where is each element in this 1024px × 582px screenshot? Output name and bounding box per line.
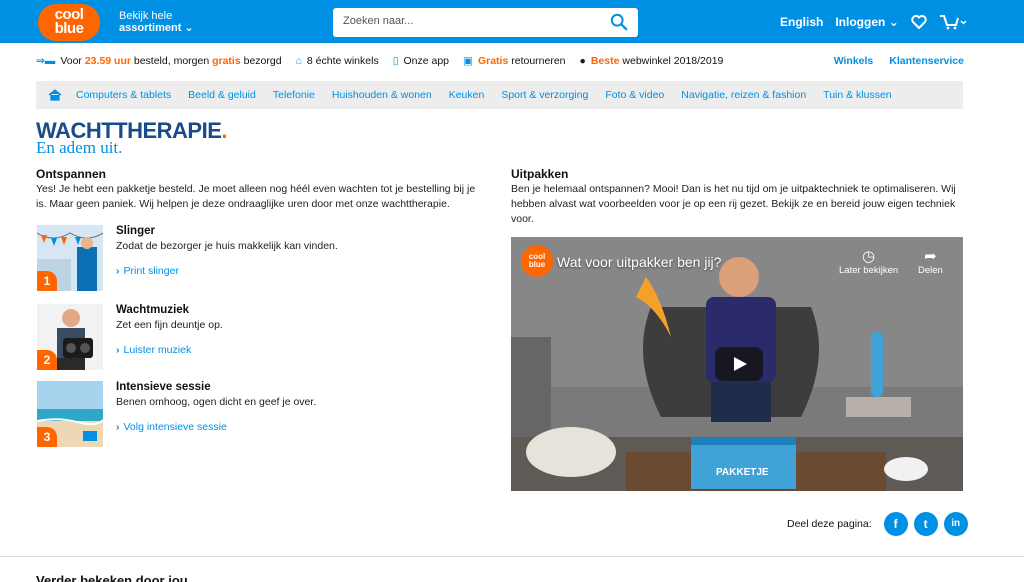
- usp-delivery-free: gratis: [212, 55, 241, 67]
- follow-session-link[interactable]: Volg intensieve sessie: [116, 421, 227, 433]
- usp-returns-free: Gratis: [477, 55, 509, 67]
- share-label: Deel deze pagina:: [787, 518, 872, 530]
- item-description: Zodat de bezorger je huis makkelijk kan …: [116, 240, 338, 252]
- language-link[interactable]: English: [780, 15, 823, 29]
- login-button[interactable]: Inloggen ⌄: [835, 15, 898, 29]
- video-title[interactable]: Wat voor uitpakker ben jij?: [557, 254, 721, 270]
- page-title-dot: .: [221, 118, 228, 143]
- list-item: 3 Intensieve sessie Benen omhoog, ogen d…: [37, 381, 477, 447]
- store-icon: ⌂: [295, 55, 302, 67]
- item-title: Slinger: [116, 225, 155, 237]
- box-label: PAKKETJE: [716, 467, 769, 478]
- facebook-icon[interactable]: f: [883, 512, 908, 536]
- listen-music-link[interactable]: Luister muziek: [116, 344, 192, 356]
- assortment-menu-button[interactable]: Bekijk hele assortiment ⌄: [119, 10, 194, 34]
- channel-logo[interactable]: cool blue: [521, 245, 553, 277]
- item-title: Wachtmuziek: [116, 304, 190, 316]
- video-share-button[interactable]: ➦ Delen: [918, 247, 943, 276]
- usp-delivery-mid: besteld, morgen: [133, 55, 210, 67]
- phone-icon: ▯: [392, 55, 399, 67]
- unpack-intro: Ben je helemaal ontspannen? Mooi! Dan is…: [511, 183, 956, 225]
- assortment-line-2: assortiment: [119, 22, 182, 34]
- chevron-down-icon: ⌄: [888, 15, 899, 29]
- search-icon[interactable]: [610, 13, 628, 31]
- category-tuin[interactable]: Tuin & klussen: [823, 89, 891, 101]
- unpack-heading: Uitpakken: [511, 167, 569, 181]
- usp-bar: ⇒▬ Voor 23.59 uur besteld, morgen gratis…: [36, 54, 966, 68]
- share-bar: Deel deze pagina: f t in: [787, 512, 968, 536]
- step-badge: 2: [37, 350, 57, 370]
- chevron-down-icon: ⌄: [184, 22, 194, 34]
- twitter-icon[interactable]: t: [913, 512, 938, 536]
- watch-later-label: Later bekijken: [839, 265, 899, 276]
- clock-icon: ◷: [862, 248, 876, 265]
- category-telefonie[interactable]: Telefonie: [273, 89, 315, 101]
- relax-intro: Yes! Je hebt een pakketje besteld. Je mo…: [36, 183, 476, 210]
- usp-delivery-post: bezorgd: [243, 55, 282, 67]
- item-description: Zet een fijn deuntje op.: [116, 319, 223, 331]
- login-label: Inloggen: [835, 15, 886, 29]
- step-badge: 1: [37, 271, 57, 291]
- logo-line-2: blue: [54, 20, 84, 37]
- step-badge: 3: [37, 427, 57, 447]
- assortment-line-1: Bekijk hele: [119, 10, 173, 22]
- search-bar: [333, 8, 638, 37]
- usp-best: ● Beste webwinkel 2018/2019: [580, 55, 724, 67]
- cart-icon[interactable]: [939, 14, 967, 30]
- intensieve-sessie-thumbnail[interactable]: 3: [37, 381, 103, 447]
- usp-app: ▯ Onze app: [393, 55, 449, 67]
- video-player[interactable]: cool blue Wat voor uitpakker ben jij? ◷ …: [511, 237, 963, 491]
- wachtmuziek-thumbnail[interactable]: 2: [37, 304, 103, 370]
- item-description: Benen omhoog, ogen dicht en geef je over…: [116, 396, 317, 408]
- usp-app-text: Onze app: [403, 55, 450, 67]
- linkedin-icon[interactable]: in: [943, 512, 968, 536]
- customer-service-link[interactable]: Klantenservice: [889, 55, 964, 67]
- video-share-label: Delen: [918, 265, 943, 276]
- heart-icon[interactable]: [911, 15, 927, 29]
- category-nav: Computers & tablets Beeld & geluid Telef…: [36, 81, 963, 109]
- home-icon[interactable]: [48, 89, 62, 101]
- print-slinger-link[interactable]: Print slinger: [116, 265, 179, 277]
- category-computers[interactable]: Computers & tablets: [76, 89, 171, 101]
- recently-viewed-heading: Verder bekeken door jou: [36, 573, 188, 582]
- usp-returns-text: retourneren: [511, 55, 566, 67]
- usp-returns: ▣ Gratis retourneren: [463, 55, 566, 67]
- award-icon: ●: [579, 55, 586, 67]
- top-header: cool blue Bekijk hele assortiment ⌄ Engl…: [0, 0, 1024, 43]
- usp-stores-text: 8 échte winkels: [306, 55, 379, 67]
- stores-link[interactable]: Winkels: [834, 55, 874, 67]
- relax-heading: Ontspannen: [36, 167, 107, 181]
- usp-delivery-pre: Voor: [60, 55, 82, 67]
- search-input[interactable]: [343, 15, 593, 27]
- category-beeld-geluid[interactable]: Beeld & geluid: [188, 89, 256, 101]
- usp-delivery-time: 23.59 uur: [84, 55, 131, 67]
- category-foto-video[interactable]: Foto & video: [605, 89, 664, 101]
- list-item: 2 Wachtmuziek Zet een fijn deuntje op. L…: [37, 304, 477, 370]
- return-box-icon: ▣: [463, 55, 473, 67]
- delivery-truck-icon: ⇒▬: [36, 55, 56, 67]
- coolblue-logo[interactable]: cool blue: [38, 4, 100, 41]
- share-arrow-icon: ➦: [924, 248, 937, 265]
- usp-best-label: Beste: [590, 55, 620, 67]
- category-navigatie[interactable]: Navigatie, reizen & fashion: [681, 89, 806, 101]
- section-divider: [0, 556, 1024, 557]
- page-subtitle: En adem uit.: [36, 138, 123, 157]
- watch-later-button[interactable]: ◷ Later bekijken: [839, 247, 898, 276]
- item-title: Intensieve sessie: [116, 381, 211, 393]
- category-huishouden[interactable]: Huishouden & wonen: [332, 89, 432, 101]
- usp-delivery: ⇒▬ Voor 23.59 uur besteld, morgen gratis…: [36, 55, 282, 67]
- category-sport[interactable]: Sport & verzorging: [501, 89, 588, 101]
- slinger-thumbnail[interactable]: 1: [37, 225, 103, 291]
- category-keuken[interactable]: Keuken: [449, 89, 485, 101]
- usp-best-rest: webwinkel 2018/2019: [622, 55, 724, 67]
- usp-stores: ⌂ 8 échte winkels: [296, 55, 379, 67]
- channel-logo-line-2: blue: [528, 260, 546, 269]
- play-button[interactable]: [715, 347, 763, 381]
- list-item: 1 Slinger Zodat de bezorger je huis makk…: [37, 225, 477, 291]
